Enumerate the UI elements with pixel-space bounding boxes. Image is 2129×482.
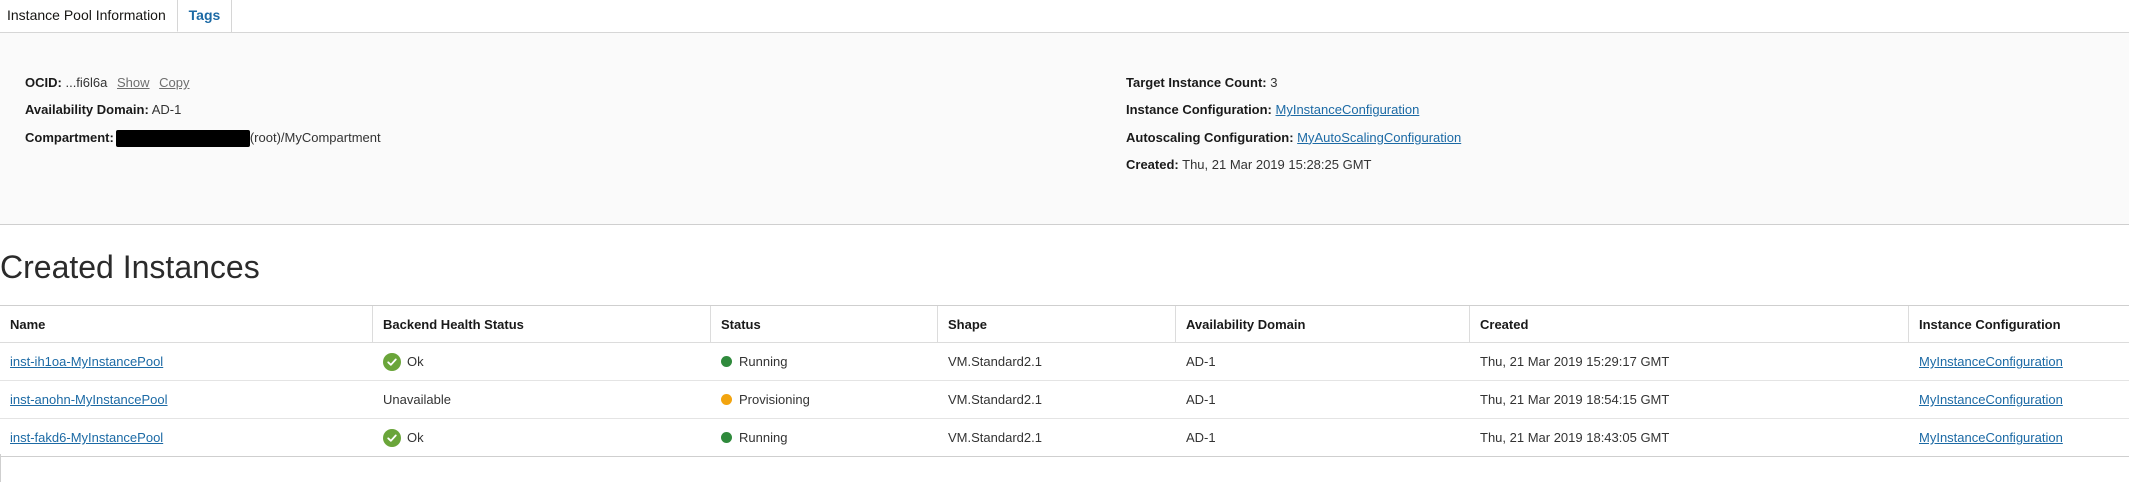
target-count-value: 3 xyxy=(1270,75,1278,90)
availability-domain-label: Availability Domain: xyxy=(25,102,149,118)
ocid-label: OCID: xyxy=(25,75,62,90)
show-ocid-link[interactable]: Show xyxy=(117,75,150,90)
column-header-shape[interactable]: Shape xyxy=(938,306,1176,342)
status-text: Provisioning xyxy=(739,392,810,407)
cell-health: Ok xyxy=(373,343,711,380)
cell-created: Thu, 21 Mar 2019 18:54:15 GMT xyxy=(1480,392,1670,407)
instance-name-link[interactable]: inst-fakd6-MyInstancePool xyxy=(10,430,163,445)
cell-instance-configuration: MyInstanceConfiguration xyxy=(1909,343,2129,380)
section-title: Created Instances xyxy=(0,249,260,285)
status-text: Running xyxy=(739,354,788,369)
autoscaling-configuration-row: Autoscaling Configuration: MyAutoScaling… xyxy=(1126,129,1461,156)
created-value: Thu, 21 Mar 2019 15:28:25 GMT xyxy=(1182,156,1372,172)
instance-name-link[interactable]: inst-ih1oa-MyInstancePool xyxy=(10,354,163,369)
instance-configuration-link[interactable]: MyInstanceConfiguration xyxy=(1919,392,2063,407)
cell-shape: VM.Standard2.1 xyxy=(948,354,1042,369)
health-status-text: Ok xyxy=(407,354,424,369)
instance-name-link[interactable]: inst-anohn-MyInstancePool xyxy=(10,392,168,407)
cell-health: Unavailable xyxy=(373,381,711,418)
details-left-column: OCID: ...fi6l6a Show Copy Availability D… xyxy=(25,74,381,156)
instance-configuration-link[interactable]: MyInstanceConfiguration xyxy=(1276,102,1420,117)
compartment-label: Compartment: xyxy=(25,129,114,145)
redacted-block xyxy=(115,129,250,147)
cell-created: Thu, 21 Mar 2019 15:29:17 GMT xyxy=(1480,354,1670,369)
cell-shape: VM.Standard2.1 xyxy=(948,430,1042,445)
compartment-row: Compartment: (root)/MyCompartment xyxy=(25,129,381,156)
cell-instance-configuration: MyInstanceConfiguration xyxy=(1909,381,2129,418)
health-status-text: Ok xyxy=(407,430,424,445)
table-header: Name Backend Health Status Status Shape … xyxy=(0,306,2129,343)
cell-health: Ok xyxy=(373,419,711,456)
tab-tags[interactable]: Tags xyxy=(178,0,232,32)
table-row: inst-anohn-MyInstancePool Unavailable Pr… xyxy=(0,381,2129,419)
availability-domain-row: Availability Domain: AD-1 xyxy=(25,101,381,128)
compartment-value: (root)/MyCompartment xyxy=(249,129,381,145)
availability-domain-value: AD-1 xyxy=(151,102,182,118)
details-right-column: Target Instance Count: 3 Instance Config… xyxy=(1126,74,1461,183)
target-count-label: Target Instance Count: xyxy=(1126,75,1267,90)
autoscaling-configuration-label: Autoscaling Configuration: xyxy=(1126,129,1294,145)
created-row: Created: Thu, 21 Mar 2019 15:28:25 GMT xyxy=(1126,156,1461,183)
instance-pool-details-panel: OCID: ...fi6l6a Show Copy Availability D… xyxy=(0,33,2129,225)
created-instances-table: Name Backend Health Status Status Shape … xyxy=(0,305,2129,457)
ocid-value: ...fi6l6a xyxy=(65,75,108,90)
target-count-row: Target Instance Count: 3 xyxy=(1126,74,1461,101)
cell-instance-configuration: MyInstanceConfiguration xyxy=(1909,419,2129,456)
cell-name: inst-anohn-MyInstancePool xyxy=(0,381,373,418)
instance-configuration-label: Instance Configuration: xyxy=(1126,102,1272,118)
cell-name: inst-ih1oa-MyInstancePool xyxy=(0,343,373,380)
column-header-name[interactable]: Name xyxy=(0,306,373,342)
bottom-panel xyxy=(0,454,2129,482)
autoscaling-configuration-link[interactable]: MyAutoScalingConfiguration xyxy=(1297,130,1461,145)
column-header-created[interactable]: Created xyxy=(1470,306,1909,342)
status-dot-icon xyxy=(721,432,732,443)
health-status-text: Unavailable xyxy=(383,392,451,407)
copy-ocid-link[interactable]: Copy xyxy=(159,75,189,90)
cell-shape: VM.Standard2.1 xyxy=(948,392,1042,407)
column-header-availability-domain[interactable]: Availability Domain xyxy=(1176,306,1470,342)
status-text: Running xyxy=(739,430,788,445)
instance-configuration-link[interactable]: MyInstanceConfiguration xyxy=(1919,430,2063,445)
cell-status: Running xyxy=(711,419,938,456)
tab-bar: Instance Pool Information Tags xyxy=(0,0,2129,33)
column-header-instance-configuration[interactable]: Instance Configuration xyxy=(1909,306,2129,342)
column-header-backend-health[interactable]: Backend Health Status xyxy=(373,306,711,342)
column-header-status[interactable]: Status xyxy=(711,306,938,342)
ocid-row: OCID: ...fi6l6a Show Copy xyxy=(25,74,381,101)
status-dot-icon xyxy=(721,356,732,367)
cell-availability-domain: AD-1 xyxy=(1186,392,1216,407)
table-row: inst-fakd6-MyInstancePool Ok Running VM.… xyxy=(0,419,2129,456)
table-row: inst-ih1oa-MyInstancePool Ok Running VM.… xyxy=(0,343,2129,381)
cell-availability-domain: AD-1 xyxy=(1186,430,1216,445)
cell-created: Thu, 21 Mar 2019 18:43:05 GMT xyxy=(1480,430,1670,445)
created-label: Created: xyxy=(1126,156,1179,172)
tab-instance-pool-information[interactable]: Instance Pool Information xyxy=(0,0,178,32)
instance-configuration-link[interactable]: MyInstanceConfiguration xyxy=(1919,354,2063,369)
check-circle-icon xyxy=(383,428,401,447)
cell-status: Running xyxy=(711,343,938,380)
cell-availability-domain: AD-1 xyxy=(1186,354,1216,369)
check-circle-icon xyxy=(383,352,401,371)
status-dot-icon xyxy=(721,394,732,405)
cell-name: inst-fakd6-MyInstancePool xyxy=(0,419,373,456)
cell-status: Provisioning xyxy=(711,381,938,418)
instance-configuration-row: Instance Configuration: MyInstanceConfig… xyxy=(1126,101,1461,128)
